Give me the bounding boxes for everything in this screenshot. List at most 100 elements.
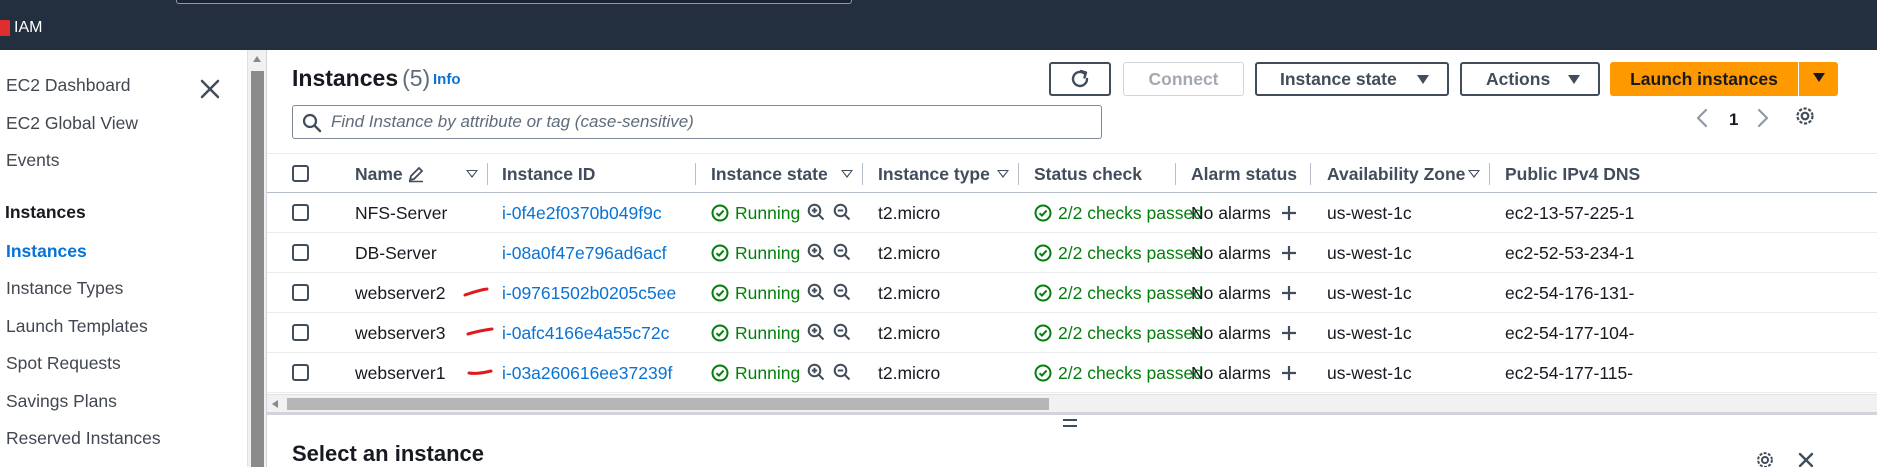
- zoom-out-icon[interactable]: [833, 203, 851, 221]
- sidebar-item-savings-plans[interactable]: Savings Plans: [6, 391, 117, 412]
- column-divider[interactable]: [1175, 163, 1176, 185]
- sort-caret-icon[interactable]: [466, 170, 478, 178]
- zoom-in-icon[interactable]: [807, 323, 825, 341]
- connect-button[interactable]: Connect: [1123, 62, 1244, 96]
- instance-id-link[interactable]: i-0f4e2f0370b049f9c: [502, 193, 662, 233]
- table-row[interactable]: NFS-Server i-0f4e2f0370b049f9c Running t…: [267, 193, 1877, 233]
- top-navigation-bar: IAM: [0, 0, 1877, 50]
- instance-type: t2.micro: [878, 242, 941, 263]
- scroll-up-arrow-icon[interactable]: [253, 56, 261, 62]
- column-header-instance-id[interactable]: Instance ID: [502, 154, 595, 194]
- table-row[interactable]: webserver1 i-03a260616ee37239f Running t…: [267, 353, 1877, 393]
- table-row[interactable]: webserver2 i-09761502b0205c5ee Running t…: [267, 273, 1877, 313]
- column-divider[interactable]: [862, 163, 863, 185]
- sidebar-item-instance-types[interactable]: Instance Types: [6, 278, 123, 299]
- column-divider[interactable]: [695, 163, 696, 185]
- sort-caret-icon[interactable]: [841, 170, 853, 178]
- sidebar-item-spot-requests[interactable]: Spot Requests: [6, 353, 121, 374]
- column-divider[interactable]: [1310, 163, 1311, 185]
- column-header-status-check[interactable]: Status check: [1034, 154, 1142, 194]
- zoom-out-icon[interactable]: [833, 323, 851, 341]
- zoom-out-icon[interactable]: [833, 363, 851, 381]
- close-sidebar-icon[interactable]: [199, 78, 221, 100]
- add-alarm-plus-icon[interactable]: [1280, 244, 1298, 262]
- horizontal-scroll-thumb[interactable]: [287, 398, 1049, 410]
- page-number[interactable]: 1: [1729, 110, 1738, 130]
- zoom-in-icon[interactable]: [807, 243, 825, 261]
- close-split-panel-icon[interactable]: [1797, 451, 1815, 467]
- add-alarm-plus-icon[interactable]: [1280, 324, 1298, 342]
- instances-panel: Instances (5) Info Connect Instance state…: [266, 50, 1877, 467]
- column-header-availability-zone[interactable]: Availability Zone: [1327, 154, 1465, 194]
- instance-id-link[interactable]: i-09761502b0205c5ee: [502, 273, 676, 313]
- select-all-checkbox[interactable]: [292, 165, 309, 182]
- sort-caret-icon[interactable]: [1468, 170, 1480, 178]
- table-row[interactable]: DB-Server i-08a0f47e796ad6acf Running t2…: [267, 233, 1877, 273]
- column-header-public-ipv4-dns[interactable]: Public IPv4 DNS: [1505, 154, 1640, 194]
- info-link[interactable]: Info: [433, 71, 461, 88]
- iam-service-icon[interactable]: [0, 20, 10, 36]
- column-header-instance-state[interactable]: Instance state: [711, 154, 828, 194]
- instance-state: Running: [711, 353, 800, 393]
- column-divider[interactable]: [1018, 163, 1019, 185]
- sidebar-item-ec2-global-view[interactable]: EC2 Global View: [6, 113, 138, 134]
- column-divider[interactable]: [487, 163, 488, 185]
- check-circle-icon: [1034, 204, 1052, 222]
- row-checkbox[interactable]: [292, 204, 309, 221]
- sidebar-section-instances[interactable]: Instances: [5, 202, 86, 223]
- split-panel-settings-gear-icon[interactable]: [1754, 449, 1776, 467]
- public-ipv4-dns: ec2-54-177-115-: [1505, 362, 1634, 383]
- column-header-alarm-status[interactable]: Alarm status: [1191, 154, 1297, 194]
- instance-state-dropdown[interactable]: Instance state: [1255, 62, 1449, 96]
- instance-id-link[interactable]: i-0afc4166e4a55c72c: [502, 313, 669, 353]
- sidebar-item-events[interactable]: Events: [6, 150, 60, 171]
- row-checkbox[interactable]: [292, 284, 309, 301]
- add-alarm-plus-icon[interactable]: [1280, 204, 1298, 222]
- launch-options-dropdown[interactable]: [1799, 62, 1838, 96]
- zoom-in-icon[interactable]: [807, 283, 825, 301]
- iam-service-link[interactable]: IAM: [14, 19, 42, 37]
- resize-handle-icon[interactable]: [1061, 417, 1079, 429]
- zoom-in-icon[interactable]: [807, 363, 825, 381]
- search-input[interactable]: [331, 110, 1091, 134]
- zoom-out-icon[interactable]: [833, 243, 851, 261]
- instance-state-text: Running: [735, 362, 801, 383]
- row-checkbox[interactable]: [292, 324, 309, 341]
- instance-state: Running: [711, 273, 800, 313]
- table-settings-gear-icon[interactable]: [1793, 104, 1817, 128]
- column-name-label: Name: [355, 163, 403, 184]
- previous-page-icon[interactable]: [1692, 106, 1712, 130]
- status-check: 2/2 checks passed: [1034, 193, 1203, 233]
- column-header-instance-type[interactable]: Instance type: [878, 154, 990, 194]
- row-checkbox[interactable]: [292, 244, 309, 261]
- table-row[interactable]: webserver3 i-0afc4166e4a55c72c Running t…: [267, 313, 1877, 353]
- sidebar-item-reserved-instances[interactable]: Reserved Instances: [6, 428, 161, 449]
- refresh-button[interactable]: [1049, 62, 1111, 96]
- add-alarm-plus-icon[interactable]: [1280, 364, 1298, 382]
- instance-name: webserver3: [355, 322, 446, 343]
- table-horizontal-scrollbar[interactable]: [267, 394, 1877, 412]
- scroll-left-arrow-icon[interactable]: [272, 400, 278, 408]
- instance-id-link[interactable]: i-03a260616ee37239f: [502, 353, 672, 393]
- instance-filter-search[interactable]: [292, 105, 1102, 139]
- availability-zone: us-west-1c: [1327, 362, 1412, 383]
- instance-id-link[interactable]: i-08a0f47e796ad6acf: [502, 233, 666, 273]
- actions-dropdown[interactable]: Actions: [1460, 62, 1600, 96]
- zoom-out-icon[interactable]: [833, 283, 851, 301]
- zoom-in-icon[interactable]: [807, 203, 825, 221]
- caret-down-icon: [1417, 75, 1429, 84]
- state-zoom-controls: [807, 243, 851, 261]
- sidebar-item-launch-templates[interactable]: Launch Templates: [6, 316, 148, 337]
- next-page-icon[interactable]: [1753, 106, 1773, 130]
- row-checkbox[interactable]: [292, 364, 309, 381]
- launch-instances-button[interactable]: Launch instances: [1610, 62, 1798, 96]
- add-alarm-plus-icon[interactable]: [1280, 284, 1298, 302]
- sidebar-item-instances[interactable]: Instances: [6, 241, 87, 262]
- column-divider[interactable]: [1489, 163, 1490, 185]
- sidebar-scroll-thumb[interactable]: [251, 71, 264, 467]
- sort-caret-icon[interactable]: [997, 170, 1009, 178]
- sidebar-item-ec2-dashboard[interactable]: EC2 Dashboard: [6, 75, 131, 96]
- sidebar-scrollbar[interactable]: [247, 50, 266, 467]
- column-header-name[interactable]: Name: [355, 154, 425, 194]
- global-search-bar[interactable]: [176, 0, 852, 4]
